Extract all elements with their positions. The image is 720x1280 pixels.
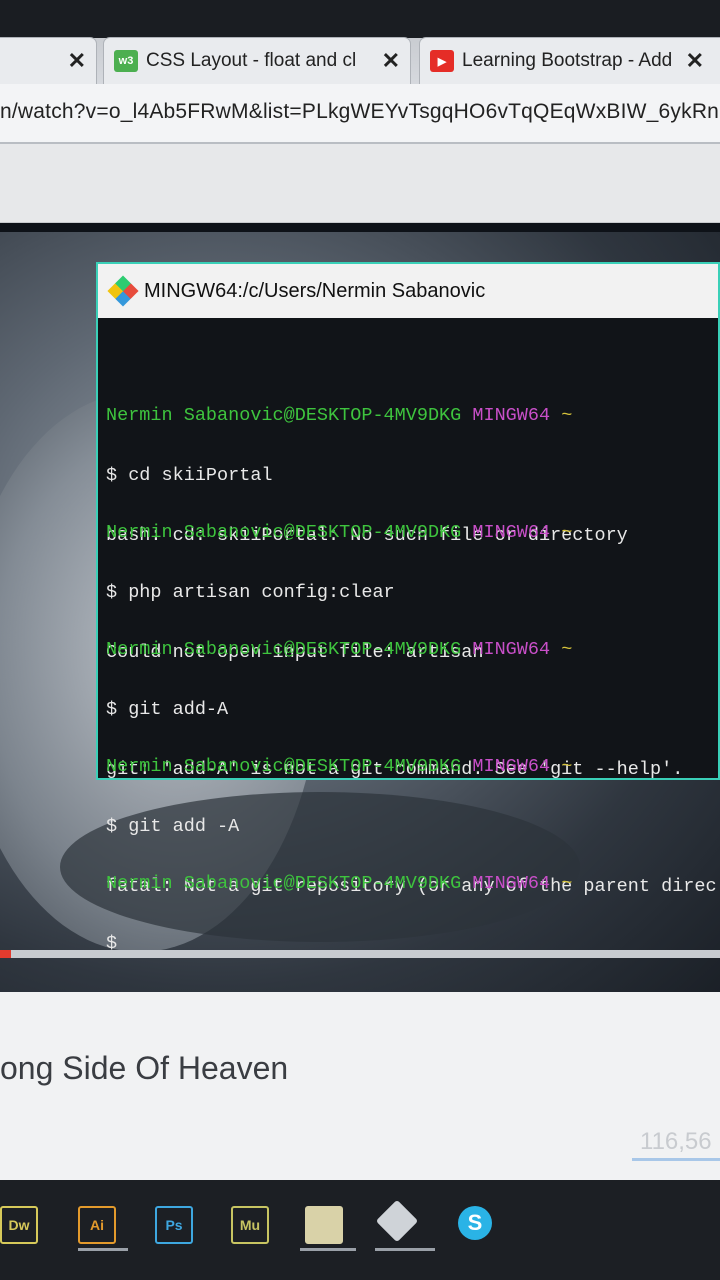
prompt-command[interactable]: $ (106, 934, 718, 952)
video-progress-fill (0, 950, 11, 958)
terminal-block: Nermin Sabanovic@DESKTOP-4MV9DKG MINGW64… (106, 600, 718, 780)
youtube-favicon-icon: ▶ (430, 50, 454, 72)
prompt-user: Nermin Sabanovic@DESKTOP-4MV9DKG (106, 873, 462, 894)
url-text[interactable]: n/watch?v=o_l4Ab5FRwM&list=PLkgWEYvTsgqH… (0, 100, 719, 124)
terminal-output[interactable]: Nermin Sabanovic@DESKTOP-4MV9DKG MINGW64… (106, 326, 718, 952)
tab-css-layout[interactable]: w3 CSS Layout - float and cl ✕ (104, 38, 410, 84)
prompt-shell: MINGW64 (472, 873, 551, 894)
prompt-user: Nermin Sabanovic@DESKTOP-4MV9DKG (106, 522, 462, 543)
prompt-user: Nermin Sabanovic@DESKTOP-4MV9DKG (106, 639, 462, 660)
terminal-title-bar[interactable]: MINGW64:/c/Users/Nermin Sabanovic (98, 264, 718, 318)
prompt-shell: MINGW64 (472, 756, 551, 777)
terminal-block: Nermin Sabanovic@DESKTOP-4MV9DKG MINGW64… (106, 483, 718, 663)
bookmarks-bar (0, 144, 720, 223)
prompt-path: ~ (561, 405, 573, 426)
prompt-path: ~ (561, 756, 573, 777)
video-title: ong Side Of Heaven (0, 1050, 289, 1086)
terminal-block: Nermin Sabanovic@DESKTOP-4MV9DKG MINGW64… (106, 834, 718, 952)
terminal-window[interactable]: MINGW64:/c/Users/Nermin Sabanovic Nermin… (96, 262, 720, 951)
taskbar-active-indicator (375, 1248, 435, 1251)
video-progress-bar[interactable] (0, 950, 720, 958)
muse-icon[interactable]: Mu (231, 1206, 269, 1244)
terminal-title: MINGW64:/c/Users/Nermin Sabanovic (144, 279, 486, 302)
prompt-user: Nermin Sabanovic@DESKTOP-4MV9DKG (106, 756, 462, 777)
illustrator-icon[interactable]: Ai (78, 1206, 116, 1244)
tab-close-icon[interactable]: ✕ (686, 48, 704, 74)
file-explorer-icon[interactable] (305, 1206, 343, 1244)
like-bar (632, 1158, 720, 1161)
video-info-panel (0, 992, 720, 1192)
tab-close-icon[interactable]: ✕ (68, 48, 86, 74)
tab-label: Learning Bootstrap - Add (462, 50, 673, 71)
tab-previous[interactable]: ✕ (0, 38, 96, 84)
browser-tab-bar: ✕ w3 CSS Layout - float and cl ✕ ▶ Learn… (0, 0, 720, 84)
taskbar-active-indicator (78, 1248, 128, 1251)
terminal-block: Nermin Sabanovic@DESKTOP-4MV9DKG MINGW64… (106, 366, 718, 546)
skype-icon[interactable]: S (458, 1206, 492, 1240)
tab-learning-bootstrap[interactable]: ▶ Learning Bootstrap - Add ✕ (420, 38, 720, 84)
photoshop-icon[interactable]: Ps (155, 1206, 193, 1244)
w3schools-favicon-icon: w3 (114, 50, 138, 72)
tab-close-icon[interactable]: ✕ (382, 48, 400, 74)
prompt-shell: MINGW64 (472, 522, 551, 543)
prompt-user: Nermin Sabanovic@DESKTOP-4MV9DKG (106, 405, 462, 426)
dreamweaver-icon[interactable]: Dw (0, 1206, 38, 1244)
tab-label: CSS Layout - float and cl (146, 50, 357, 71)
prompt-path: ~ (561, 522, 573, 543)
view-count: 116,56 (640, 1128, 712, 1155)
git-bash-icon (107, 275, 139, 307)
prompt-shell: MINGW64 (472, 639, 551, 660)
prompt-path: ~ (561, 873, 573, 894)
terminal-block: Nermin Sabanovic@DESKTOP-4MV9DKG MINGW64… (106, 717, 718, 897)
taskbar-active-indicator (300, 1248, 356, 1251)
prompt-path: ~ (561, 639, 573, 660)
prompt-shell: MINGW64 (472, 405, 551, 426)
